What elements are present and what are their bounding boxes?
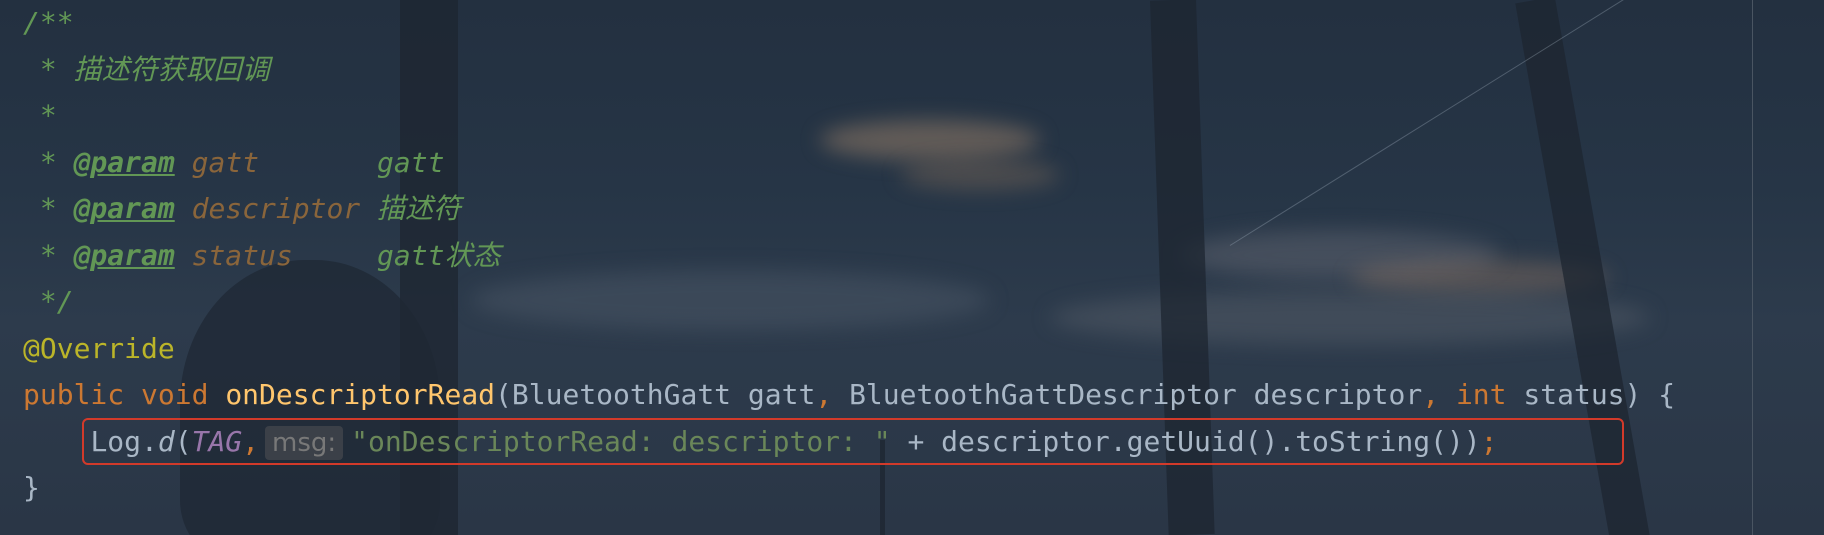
right-margin-guide — [1752, 0, 1753, 535]
method-name[interactable]: onDescriptorRead — [225, 378, 495, 411]
param-desc: gatt状态 — [377, 238, 501, 272]
override-annotation: @Override — [23, 331, 175, 365]
code-line: * @param status gatt状态 — [0, 233, 1675, 280]
doc-close: */ — [39, 285, 74, 318]
param-tag: @param — [73, 145, 175, 179]
param-desc: gatt — [377, 145, 445, 179]
highlight-box — [82, 418, 1624, 465]
doc-star: * — [39, 145, 57, 179]
param-name: descriptor — [191, 192, 361, 225]
code-line: public void onDescriptorRead(BluetoothGa… — [0, 372, 1675, 419]
code-line: * — [0, 93, 1675, 140]
param-identifier: status — [1523, 378, 1625, 411]
paren: ( — [495, 378, 512, 411]
signature-close: ) { — [1624, 378, 1676, 411]
param-tag: @param — [73, 192, 175, 225]
code-line: * 描述符获取回调 — [0, 47, 1675, 94]
keyword-public: public — [23, 378, 125, 411]
code-line: /** — [0, 0, 1675, 47]
param-identifier: gatt — [747, 378, 816, 411]
code-line: * @param descriptor 描述符 — [0, 186, 1675, 233]
doc-open: /** — [23, 6, 74, 39]
code-line: @Override — [0, 326, 1675, 373]
param-name: status — [191, 238, 293, 272]
code-line: */ — [0, 279, 1675, 326]
comma: , — [1422, 378, 1440, 411]
param-name: gatt — [191, 145, 260, 179]
doc-star: * — [39, 192, 57, 225]
keyword-void: void — [141, 378, 209, 411]
code-line: * @param gatt gatt — [0, 140, 1675, 187]
doc-star: * — [39, 238, 57, 272]
closing-brace: } — [23, 471, 40, 504]
param-identifier: descriptor — [1253, 378, 1423, 411]
param-desc: 描述符 — [377, 192, 462, 225]
param-type[interactable]: BluetoothGattDescriptor — [849, 378, 1237, 411]
comma: , — [815, 378, 833, 411]
doc-star: * — [39, 99, 57, 132]
param-type[interactable]: BluetoothGatt — [512, 378, 731, 411]
doc-star: * — [39, 52, 57, 86]
keyword-int: int — [1455, 378, 1507, 411]
code-editor[interactable]: /** * 描述符获取回调 * * @param gatt gatt * @pa… — [0, 0, 1824, 535]
code-line: } — [0, 465, 1675, 512]
doc-description: 描述符获取回调 — [73, 52, 270, 86]
param-tag: @param — [73, 238, 175, 272]
